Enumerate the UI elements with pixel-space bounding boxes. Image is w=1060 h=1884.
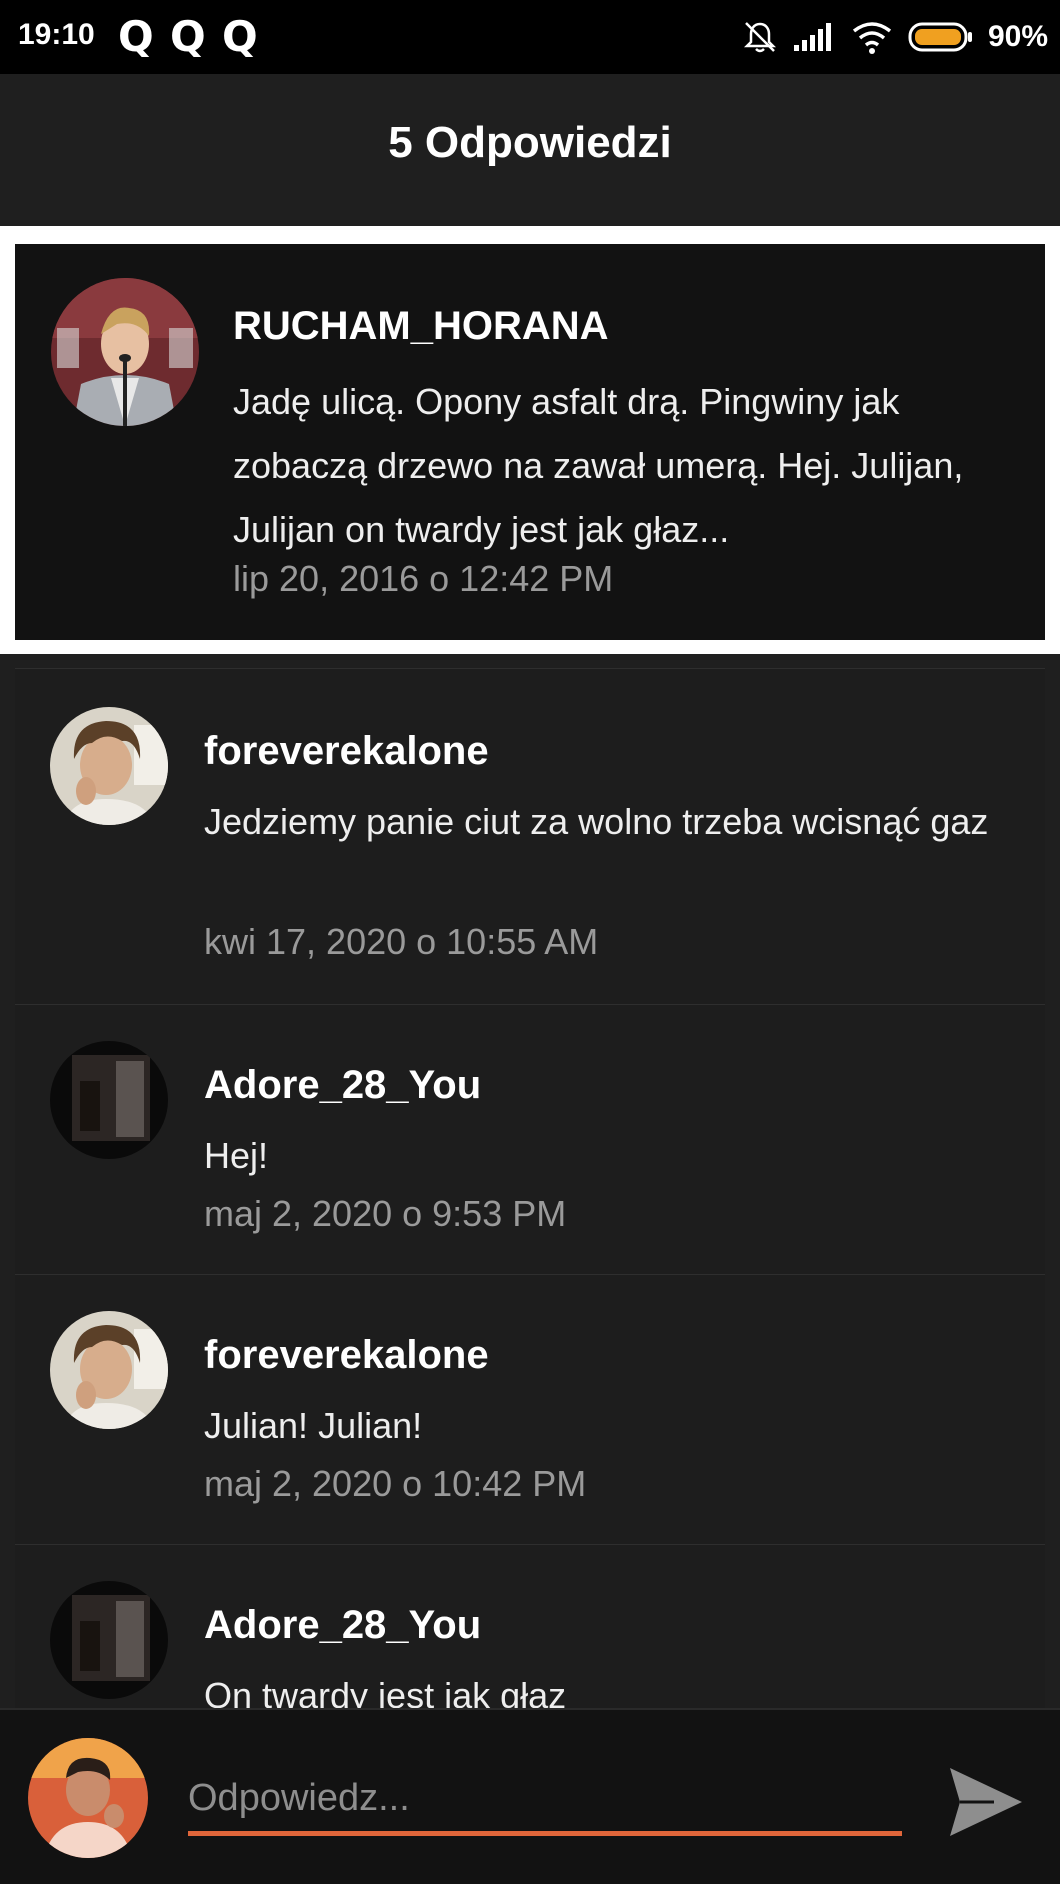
notification-q-icon: Q [118, 12, 154, 61]
reply-timestamp: maj 2, 2020 o 10:42 PM [204, 1463, 587, 1504]
reply-username[interactable]: foreverekalone [204, 1333, 489, 1378]
battery-percent: 90% [987, 20, 1048, 53]
reply-timestamp: kwi 17, 2020 o 10:55 AM [204, 921, 599, 962]
send-icon [950, 1768, 1022, 1836]
avatar[interactable] [51, 278, 199, 426]
reply-text: Jedziemy panie ciut za wolno trzeba wcis… [204, 801, 989, 842]
signal-icon [793, 23, 831, 51]
app-bar: 5 Odpowiedzi [0, 74, 1060, 226]
status-time: 19:10 [18, 18, 95, 51]
avatar[interactable] [50, 1041, 168, 1159]
reply-text: Julian! Julian! [204, 1405, 423, 1446]
avatar[interactable] [50, 1311, 168, 1429]
page-title: 5 Odpowiedzi [388, 118, 672, 167]
reply-timestamp: maj 2, 2020 o 9:53 PM [204, 1193, 567, 1234]
reply-item[interactable]: Adore_28_You On twardy jest jak głaz [15, 1544, 1045, 1708]
status-bar: 19:10 Q Q Q 90% [0, 0, 1060, 74]
comment-timestamp: lip 20, 2016 o 12:42 PM [233, 558, 614, 599]
reply-item[interactable]: Adore_28_You Hej! maj 2, 2020 o 9:53 PM [15, 1004, 1045, 1274]
reply-username[interactable]: foreverekalone [204, 729, 489, 774]
notification-q-icon: Q [222, 12, 258, 61]
send-button[interactable] [944, 1760, 1028, 1844]
reply-input[interactable] [188, 1766, 902, 1836]
bell-muted-icon [743, 22, 776, 53]
reply-item[interactable]: foreverekalone Jedziemy panie ciut za wo… [15, 668, 1045, 1004]
reply-text: Hej! [204, 1135, 269, 1176]
avatar[interactable] [50, 1581, 168, 1699]
replies-list[interactable]: foreverekalone Jedziemy panie ciut za wo… [15, 668, 1045, 1708]
reply-username[interactable]: Adore_28_You [204, 1063, 481, 1108]
comment-username[interactable]: RUCHAM_HORANA [233, 304, 609, 349]
parent-comment[interactable]: RUCHAM_HORANA Jadę ulicą. Opony asfalt d… [15, 244, 1045, 640]
avatar [28, 1738, 148, 1858]
reply-text: On twardy jest jak głaz [204, 1675, 567, 1708]
notification-q-icon: Q [170, 12, 206, 61]
wifi-icon [852, 22, 892, 54]
parent-comment-container: RUCHAM_HORANA Jadę ulicą. Opony asfalt d… [0, 226, 1060, 654]
battery-icon [908, 22, 972, 52]
reply-username[interactable]: Adore_28_You [204, 1603, 481, 1648]
reply-composer [0, 1708, 1060, 1884]
avatar[interactable] [50, 707, 168, 825]
comment-text: Jadę ulicą. Opony asfalt drą. Pingwiny j… [233, 381, 964, 550]
reply-item[interactable]: foreverekalone Julian! Julian! maj 2, 20… [15, 1274, 1045, 1544]
